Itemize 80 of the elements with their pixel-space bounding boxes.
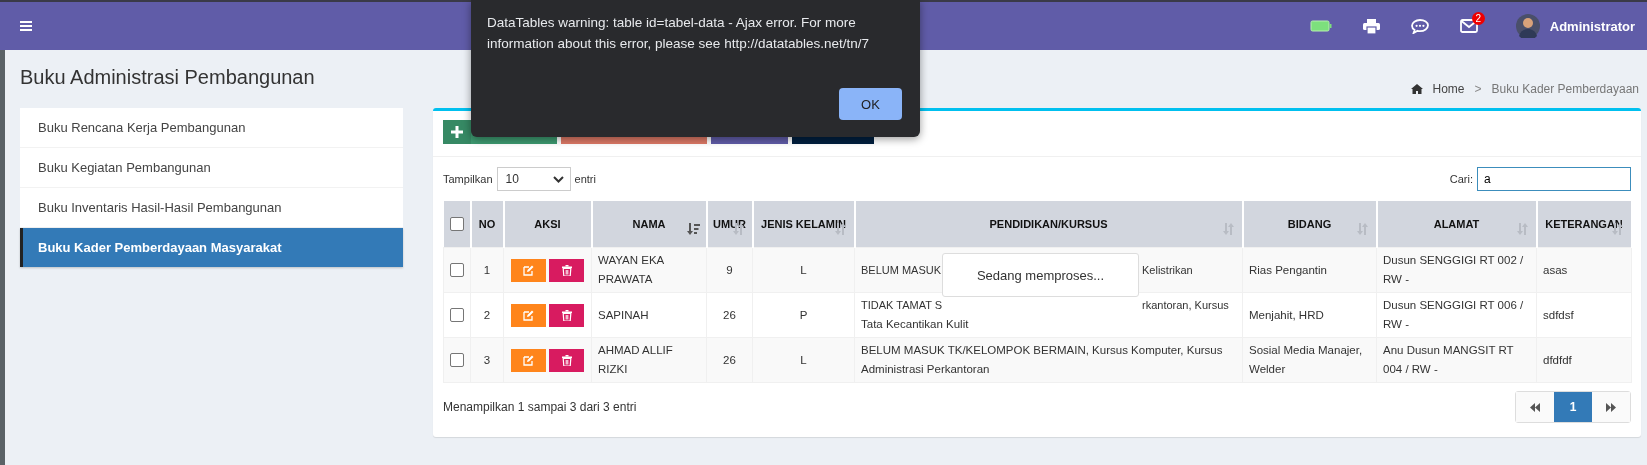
row-checkbox[interactable]: [450, 308, 464, 323]
chat-icon[interactable]: [1410, 18, 1429, 34]
delete-button[interactable]: [549, 258, 584, 282]
cell-text: Tata Kecantikan Kulit: [861, 318, 969, 330]
name-cell: WAYAN EKA PRAWATA: [591, 247, 707, 293]
home-icon: [1410, 84, 1423, 94]
address-cell: Dusun SENGGIGI RT 006 / RW -: [1376, 292, 1537, 338]
trash-icon: [561, 264, 572, 276]
column-header[interactable]: KETERANGAN: [1536, 201, 1632, 248]
name-cell: SAPINAH: [591, 292, 707, 338]
ok-button[interactable]: OK: [839, 88, 902, 120]
edit-icon: [523, 264, 534, 276]
avatar-icon[interactable]: [1515, 14, 1540, 38]
chevron-down-icon: [552, 175, 564, 183]
age-cell: 26: [706, 292, 753, 338]
sidebar-item[interactable]: Buku Kegiatan Pembangunan: [20, 148, 403, 188]
gender-cell: L: [752, 247, 855, 293]
user-name[interactable]: Administrator: [1549, 18, 1635, 34]
table-info: Menampilkan 1 sampai 3 dari 3 entri: [443, 400, 637, 414]
battery-icon[interactable]: [1309, 20, 1332, 32]
plus-icon: [451, 126, 463, 138]
gender-cell: P: [752, 292, 855, 338]
column-header[interactable]: AKSI: [503, 201, 592, 248]
page-button[interactable]: 1: [1554, 392, 1592, 422]
print-icon[interactable]: [1362, 18, 1380, 34]
mail-icon[interactable]: [1459, 19, 1478, 33]
row-number: 2: [470, 292, 504, 338]
address-cell: Anu Dusun MANGSIT RT 004 / RW -: [1376, 337, 1537, 383]
column-header[interactable]: NO: [470, 201, 504, 248]
search-field[interactable]: a: [1477, 167, 1631, 191]
notification-badge: 2: [1471, 12, 1485, 25]
length-label: entri: [574, 173, 596, 185]
processing-indicator: Sedang memproses...: [942, 253, 1139, 297]
cell-text: BELUM MASUK TK/KELOMPOK BERMAIN, Kursus Komputer, Kursus Administrasi Perkantoran: [861, 344, 1223, 375]
gender-cell: L: [752, 337, 855, 383]
select-all-checkbox[interactable]: [449, 217, 464, 232]
age-cell: 26: [706, 337, 753, 383]
breadcrumb-link[interactable]: Home: [1432, 82, 1465, 96]
cell-text: TIDAK TAMAT S: [861, 298, 943, 313]
column-header[interactable]: PENDIDIKAN/KURSUS: [854, 201, 1243, 248]
next-page-button[interactable]: [1592, 392, 1630, 422]
column-header[interactable]: BIDANG: [1242, 201, 1377, 248]
double-chevron-right-icon: [1606, 402, 1616, 412]
length-label: Tampilkan: [443, 173, 493, 185]
trash-icon: [561, 309, 572, 321]
column-header[interactable]: NAMA: [591, 201, 707, 248]
edit-icon: [523, 309, 534, 321]
sidebar-item[interactable]: Buku Rencana Kerja Pembangunan: [20, 108, 403, 148]
search-label: Cari:: [1449, 173, 1473, 185]
sort-descending-icon[interactable]: [685, 223, 700, 235]
dialog-message: DataTables warning: table id=tabel-data - Ajax error. For more information about this error, please see http://datatables.net/tn/7: [487, 14, 870, 53]
column-header[interactable]: ALAMAT: [1376, 201, 1537, 248]
page-size-select[interactable]: 10: [496, 167, 571, 191]
trash-icon: [561, 354, 572, 366]
menu-icon[interactable]: [20, 21, 32, 31]
row-checkbox[interactable]: [450, 263, 464, 278]
page-title: Buku Administrasi Pembangunan: [20, 65, 315, 90]
address-cell: Dusun SENGGIGI RT 002 / RW -: [1376, 247, 1537, 293]
previous-page-button[interactable]: [1516, 392, 1554, 422]
age-cell: 9: [706, 247, 753, 293]
field-cell: Menjahit, HRD: [1242, 292, 1377, 338]
double-chevron-left-icon: [1530, 402, 1540, 412]
note-cell: sdfdsf: [1536, 292, 1632, 338]
cell-text: rkantoran, Kursus: [1142, 298, 1229, 313]
sidebar-item[interactable]: Buku Kader Pemberdayaan Masyarakat: [20, 228, 403, 267]
field-cell: Sosial Media Manajer, Welder: [1242, 337, 1377, 383]
breadcrumb-link[interactable]: Buku Kader Pemberdayaan: [1491, 82, 1639, 96]
edit-icon: [523, 354, 534, 366]
row-number: 1: [470, 247, 504, 293]
breadcrumb-separator: >: [1474, 82, 1482, 96]
name-cell: AHMAD ALLIF RIZKI: [591, 337, 707, 383]
cell-text: Kelistrikan: [1142, 262, 1193, 278]
column-header[interactable]: JENIS KELAMIN: [752, 201, 855, 248]
cell-text: BELUM MASUK: [861, 262, 942, 278]
note-cell: dfdfdf: [1536, 337, 1632, 383]
row-checkbox[interactable]: [450, 353, 464, 368]
field-cell: Rias Pengantin: [1242, 247, 1377, 293]
note-cell: asas: [1536, 247, 1632, 293]
delete-button[interactable]: [549, 303, 584, 327]
delete-button[interactable]: [549, 348, 584, 372]
